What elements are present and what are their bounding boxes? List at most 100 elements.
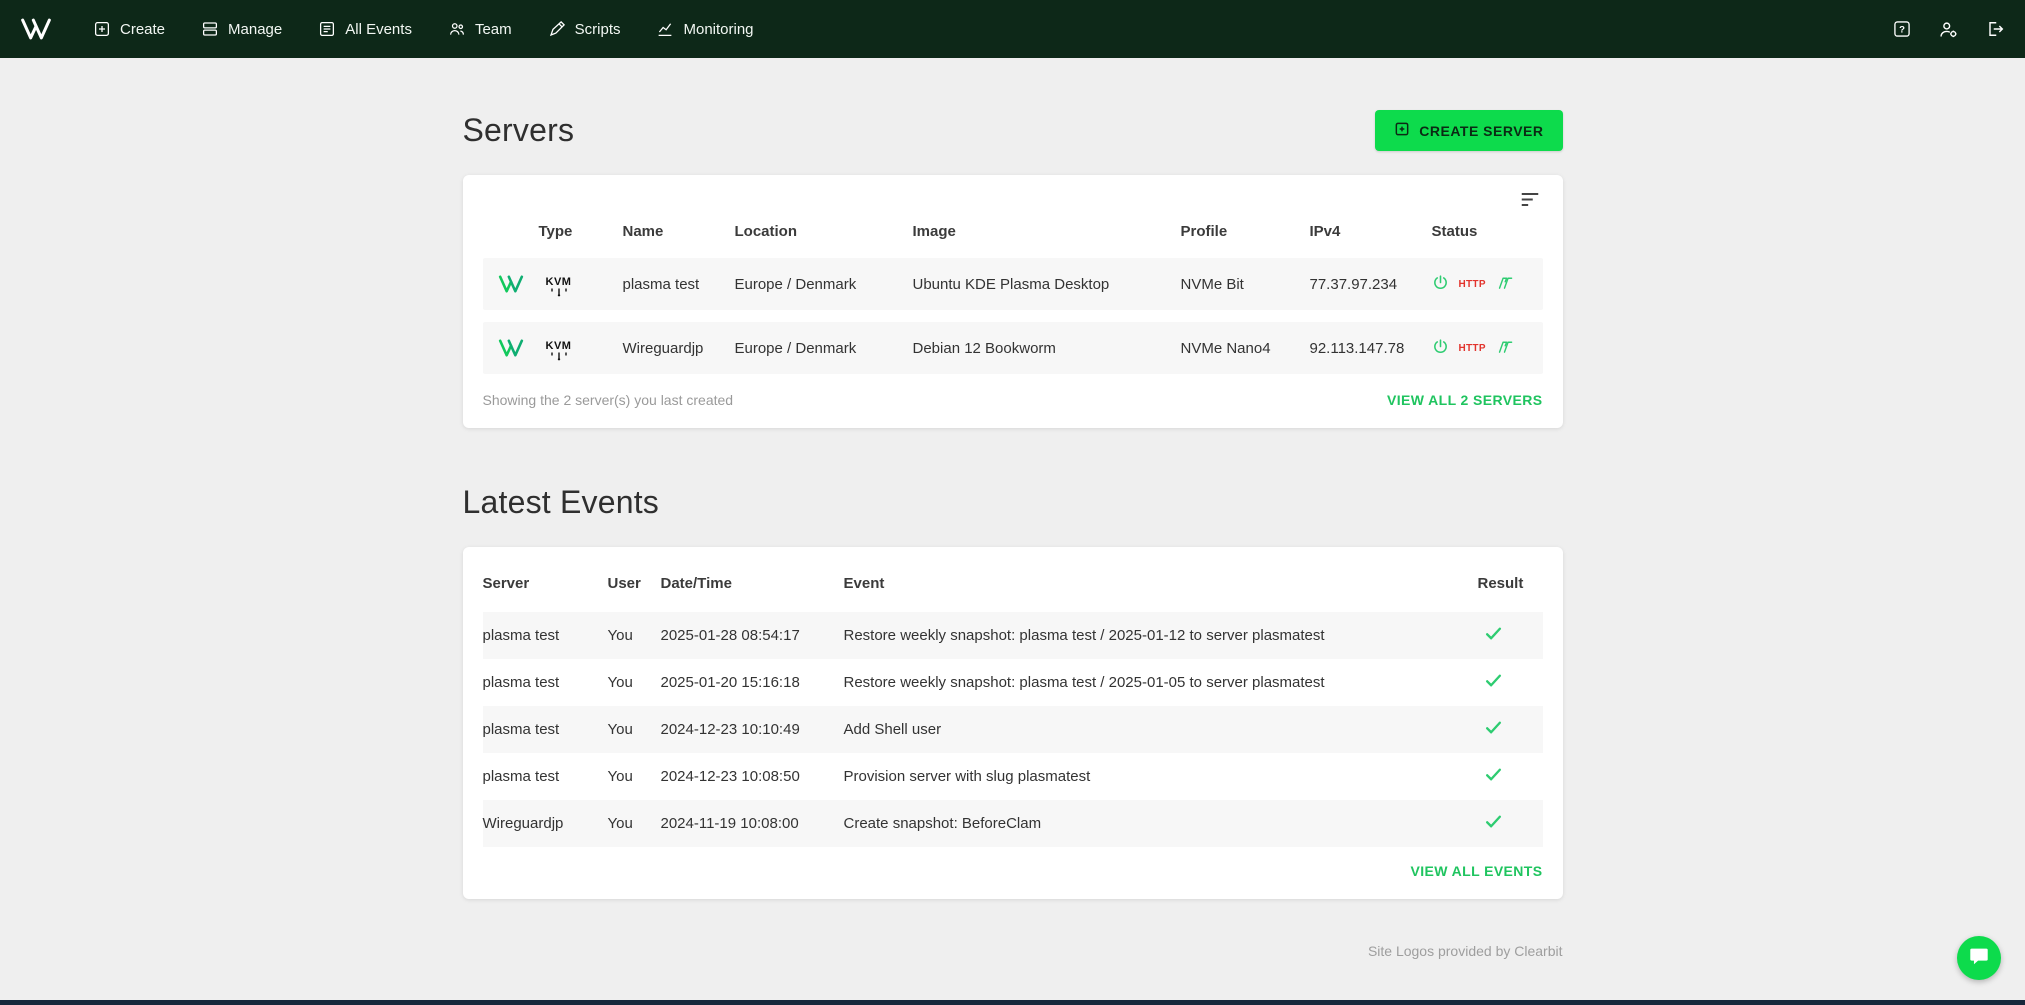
nav-item-all-events[interactable]: All Events xyxy=(305,11,425,47)
event-datetime: 2024-12-23 10:10:49 xyxy=(661,721,844,738)
event-user: You xyxy=(608,768,661,785)
top-navbar: Create Manage All Events xyxy=(0,0,2025,58)
event-result xyxy=(1478,624,1543,647)
servers-header: Servers CREATE SERVER xyxy=(463,110,1563,151)
create-server-button[interactable]: CREATE SERVER xyxy=(1375,110,1562,151)
col-type: Type xyxy=(539,223,623,240)
server-image: Ubuntu KDE Plasma Desktop xyxy=(913,276,1181,293)
col-status: Status xyxy=(1432,223,1543,240)
event-server: plasma test xyxy=(483,627,608,644)
events-card-footer: VIEW ALL EVENTS xyxy=(483,863,1543,879)
nav-item-create[interactable]: Create xyxy=(80,11,178,47)
nav-item-monitoring[interactable]: Monitoring xyxy=(643,11,766,47)
col-server: Server xyxy=(483,575,608,592)
nav-item-team[interactable]: Team xyxy=(435,11,525,47)
chat-icon xyxy=(1968,945,1990,972)
clearbit-credit: Site Logos provided by Clearbit xyxy=(463,943,1563,959)
server-name: plasma test xyxy=(623,276,735,293)
server-row[interactable]: KVM Wireguardjp Europe / Denmark Debian … xyxy=(483,322,1543,374)
kvm-icon: KVM xyxy=(539,277,579,297)
nav-item-manage[interactable]: Manage xyxy=(188,11,295,47)
col-name: Name xyxy=(623,223,735,240)
event-list-icon xyxy=(318,20,336,38)
sort-icon[interactable] xyxy=(1517,189,1543,213)
server-image: Debian 12 Bookworm xyxy=(913,340,1181,357)
http-status-badge: HTTP xyxy=(1459,279,1486,290)
col-image: Image xyxy=(913,223,1181,240)
nav-item-label: All Events xyxy=(345,21,412,38)
nav-item-scripts[interactable]: Scripts xyxy=(535,11,634,47)
col-result: Result xyxy=(1478,575,1543,592)
server-ipv4: 92.113.147.78 xyxy=(1310,340,1432,357)
performance-icon xyxy=(1496,338,1513,359)
server-name: Wireguardjp xyxy=(623,340,735,357)
col-location: Location xyxy=(735,223,913,240)
servers-card-footer: Showing the 2 server(s) you last created… xyxy=(483,392,1543,408)
server-ipv4: 77.37.97.234 xyxy=(1310,276,1432,293)
col-datetime: Date/Time xyxy=(661,575,844,592)
webdock-logo[interactable] xyxy=(20,17,52,41)
event-description: Provision server with slug plasmatest xyxy=(844,768,1478,785)
nav-item-label: Monitoring xyxy=(683,21,753,38)
event-datetime: 2025-01-20 15:16:18 xyxy=(661,674,844,691)
col-event: Event xyxy=(844,575,1478,592)
nav-item-label: Scripts xyxy=(575,21,621,38)
nav-item-label: Create xyxy=(120,21,165,38)
svg-text:?: ? xyxy=(1899,25,1905,36)
event-datetime: 2024-11-19 10:08:00 xyxy=(661,815,844,832)
server-profile: NVMe Bit xyxy=(1181,276,1310,293)
col-profile: Profile xyxy=(1181,223,1310,240)
server-brand-logo-icon xyxy=(483,338,539,358)
server-row[interactable]: KVM plasma test Europe / Denmark Ubuntu … xyxy=(483,258,1543,310)
view-all-events-link[interactable]: VIEW ALL EVENTS xyxy=(1410,863,1542,879)
chat-widget-button[interactable] xyxy=(1957,936,2001,980)
account-settings-icon[interactable] xyxy=(1938,19,1959,40)
events-card: Server User Date/Time Event Result plasm… xyxy=(463,547,1563,899)
nav-right-icons: ? xyxy=(1892,19,2005,40)
logout-icon[interactable] xyxy=(1985,19,2005,39)
bottom-bar xyxy=(0,1000,2025,1005)
event-server: plasma test xyxy=(483,721,608,738)
server-type: KVM xyxy=(539,336,623,361)
pen-icon xyxy=(548,20,566,38)
event-description: Restore weekly snapshot: plasma test / 2… xyxy=(844,627,1478,644)
latest-events-title: Latest Events xyxy=(463,484,1563,521)
event-datetime: 2024-12-23 10:08:50 xyxy=(661,768,844,785)
event-row: plasma test You 2024-12-23 10:10:49 Add … xyxy=(483,706,1543,753)
success-check-icon xyxy=(1484,718,1503,741)
server-brand-logo-icon xyxy=(483,274,539,294)
server-status: HTTP xyxy=(1432,338,1543,359)
event-row: plasma test You 2025-01-28 08:54:17 Rest… xyxy=(483,612,1543,659)
server-status: HTTP xyxy=(1432,274,1543,295)
event-result xyxy=(1478,671,1543,694)
success-check-icon xyxy=(1484,765,1503,788)
help-icon[interactable]: ? xyxy=(1892,19,1912,39)
event-user: You xyxy=(608,627,661,644)
event-datetime: 2025-01-28 08:54:17 xyxy=(661,627,844,644)
servers-card: Type Name Location Image Profile IPv4 St… xyxy=(463,175,1563,428)
nav-items: Create Manage All Events xyxy=(80,11,767,47)
events-table-header: Server User Date/Time Event Result xyxy=(483,561,1543,612)
servers-table-header: Type Name Location Image Profile IPv4 St… xyxy=(483,213,1543,258)
event-description: Restore weekly snapshot: plasma test / 2… xyxy=(844,674,1478,691)
team-icon xyxy=(448,20,466,38)
event-description: Create snapshot: BeforeClam xyxy=(844,815,1478,832)
create-server-icon xyxy=(1394,121,1410,140)
chart-icon xyxy=(656,20,674,38)
performance-icon xyxy=(1496,274,1513,295)
nav-item-label: Team xyxy=(475,21,512,38)
view-all-servers-link[interactable]: VIEW ALL 2 SERVERS xyxy=(1387,392,1543,408)
server-profile: NVMe Nano4 xyxy=(1181,340,1310,357)
server-location: Europe / Denmark xyxy=(735,340,913,357)
event-result xyxy=(1478,718,1543,741)
event-description: Add Shell user xyxy=(844,721,1478,738)
event-server: plasma test xyxy=(483,768,608,785)
event-result xyxy=(1478,765,1543,788)
success-check-icon xyxy=(1484,812,1503,835)
servers-card-toolbar xyxy=(483,189,1543,213)
nav-item-label: Manage xyxy=(228,21,282,38)
server-stack-icon xyxy=(201,20,219,38)
event-row: plasma test You 2024-12-23 10:08:50 Prov… xyxy=(483,753,1543,800)
event-user: You xyxy=(608,674,661,691)
event-row: plasma test You 2025-01-20 15:16:18 Rest… xyxy=(483,659,1543,706)
